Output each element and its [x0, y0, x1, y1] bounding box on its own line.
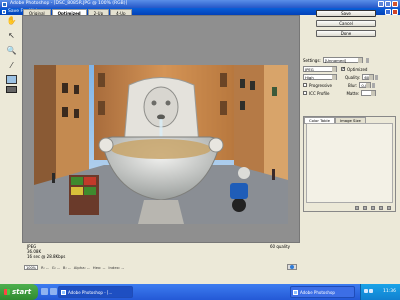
photoshop-task-icon: [293, 290, 298, 295]
preview-in-browser-button[interactable]: [287, 264, 297, 270]
tray-icons: [364, 289, 373, 293]
color-table-panel: Color Table Image Size: [303, 116, 396, 212]
info-download-time: 16 sec @ 28.8Kbps: [27, 254, 66, 259]
taskbar-button-save-for-web[interactable]: Adobe Photoshop - [...: [58, 286, 133, 298]
format-select[interactable]: JPEG: [303, 66, 337, 72]
tool-palette: ✋ ↖ 🔍 ⁄: [2, 13, 21, 93]
delete-color-icon[interactable]: [387, 206, 391, 210]
icc-profile-checkbox[interactable]: [303, 91, 307, 95]
optimization-info: JPEG 36.08K 16 sec @ 28.8Kbps 60 quality: [22, 243, 300, 263]
matte-label: Matte:: [346, 90, 360, 96]
hand-tool-icon[interactable]: ✋: [5, 14, 18, 26]
fountain-photo[interactable]: [34, 65, 288, 224]
cancel-button[interactable]: Cancel: [316, 20, 376, 27]
quality-input[interactable]: 60: [362, 74, 375, 80]
quick-launch: [41, 288, 57, 295]
settings-preset-select[interactable]: [Unnamed]: [322, 57, 363, 63]
quality-level-select[interactable]: High: [303, 74, 337, 80]
readout-b: B: --: [62, 264, 71, 270]
readout-r: R: --: [41, 264, 49, 270]
shift-web-icon[interactable]: [363, 206, 367, 210]
app-window-controls: [378, 1, 398, 7]
readout-alpha: Alpha: --: [73, 264, 90, 270]
quality-slider-icon[interactable]: [374, 74, 378, 80]
quality-label: Quality:: [345, 74, 361, 80]
browser-icon: [290, 265, 294, 269]
zoom-select[interactable]: 100%: [24, 264, 38, 270]
tray-network-icon[interactable]: [364, 289, 368, 293]
quick-launch-desktop-icon[interactable]: [41, 288, 48, 295]
slice-select-tool-icon[interactable]: ↖: [5, 29, 18, 41]
blur-label: Blur:: [348, 82, 358, 88]
readout-hex: Hex: --: [92, 264, 106, 270]
blur-input[interactable]: 0.02: [359, 82, 372, 88]
format-row: JPEG Optimized: [303, 66, 367, 72]
progressive-row: Progressive Blur: 0.02: [303, 82, 375, 88]
app-maximize-button[interactable]: [385, 1, 391, 7]
settings-label: Settings:: [303, 57, 321, 63]
icc-profile-label: ICC Profile: [309, 90, 330, 96]
settings-preset-row: Settings: [Unnamed]: [303, 57, 369, 63]
photoshop-app-icon: [2, 1, 7, 7]
app-title: Adobe Photoshop - [DSC_8085R.JPG @ 100% …: [10, 1, 128, 6]
new-color-icon[interactable]: [379, 206, 383, 210]
eyedropper-tool-icon[interactable]: ⁄: [5, 59, 18, 71]
taskbar-button-label: Adobe Photoshop: [300, 290, 335, 295]
quick-launch-browser-icon[interactable]: [50, 288, 57, 295]
start-label: start: [12, 288, 32, 296]
optimized-label: Optimized: [347, 66, 368, 72]
preview-status-bar: 100% R: -- G: -- B: -- Alpha: -- Hex: --…: [22, 263, 300, 271]
tray-volume-icon[interactable]: [369, 289, 373, 293]
toggle-slices-visibility-icon[interactable]: [6, 86, 17, 93]
zoom-tool-icon[interactable]: 🔍: [5, 44, 18, 56]
image-preview-area[interactable]: [22, 15, 300, 243]
app-close-button[interactable]: [392, 1, 398, 7]
readout-index: Index: --: [108, 264, 125, 270]
taskbar-button-label: Adobe Photoshop - [...: [68, 290, 113, 295]
start-button[interactable]: start: [0, 284, 38, 300]
quality-row: High Quality: 60: [303, 74, 378, 80]
map-transparency-icon[interactable]: [355, 206, 359, 210]
save-button[interactable]: Save: [316, 10, 376, 17]
optimized-checkbox[interactable]: [341, 66, 346, 72]
color-table-body: [306, 123, 393, 203]
info-quality: 60 quality: [269, 244, 290, 249]
eyedropper-color-swatch[interactable]: [6, 75, 17, 84]
icc-row: ICC Profile Matte:: [303, 90, 377, 96]
progressive-checkbox[interactable]: [303, 83, 307, 87]
done-button[interactable]: Done: [316, 30, 376, 37]
settings-menu-icon[interactable]: [365, 57, 369, 63]
progressive-label: Progressive: [309, 82, 333, 88]
taskbar: start Adobe Photoshop - [... Adobe Photo…: [0, 284, 400, 300]
action-buttons: Save Cancel Done: [303, 10, 396, 40]
lock-color-icon[interactable]: [371, 206, 375, 210]
system-tray: 11:36: [360, 284, 400, 300]
app-title-bar: Adobe Photoshop - [DSC_8085R.JPG @ 100% …: [0, 0, 400, 8]
photoshop-task-icon: [61, 290, 66, 295]
matte-select[interactable]: [361, 90, 377, 96]
windows-logo-icon: [4, 289, 10, 295]
readout-g: G: --: [51, 264, 60, 270]
app-minimize-button[interactable]: [378, 1, 384, 7]
taskbar-button-photoshop[interactable]: Adobe Photoshop: [290, 286, 355, 298]
clock: 11:36: [383, 289, 396, 294]
blur-slider-icon[interactable]: [371, 82, 375, 88]
fountain-photo-illustration: [34, 65, 288, 224]
color-table-footer: [355, 206, 391, 210]
